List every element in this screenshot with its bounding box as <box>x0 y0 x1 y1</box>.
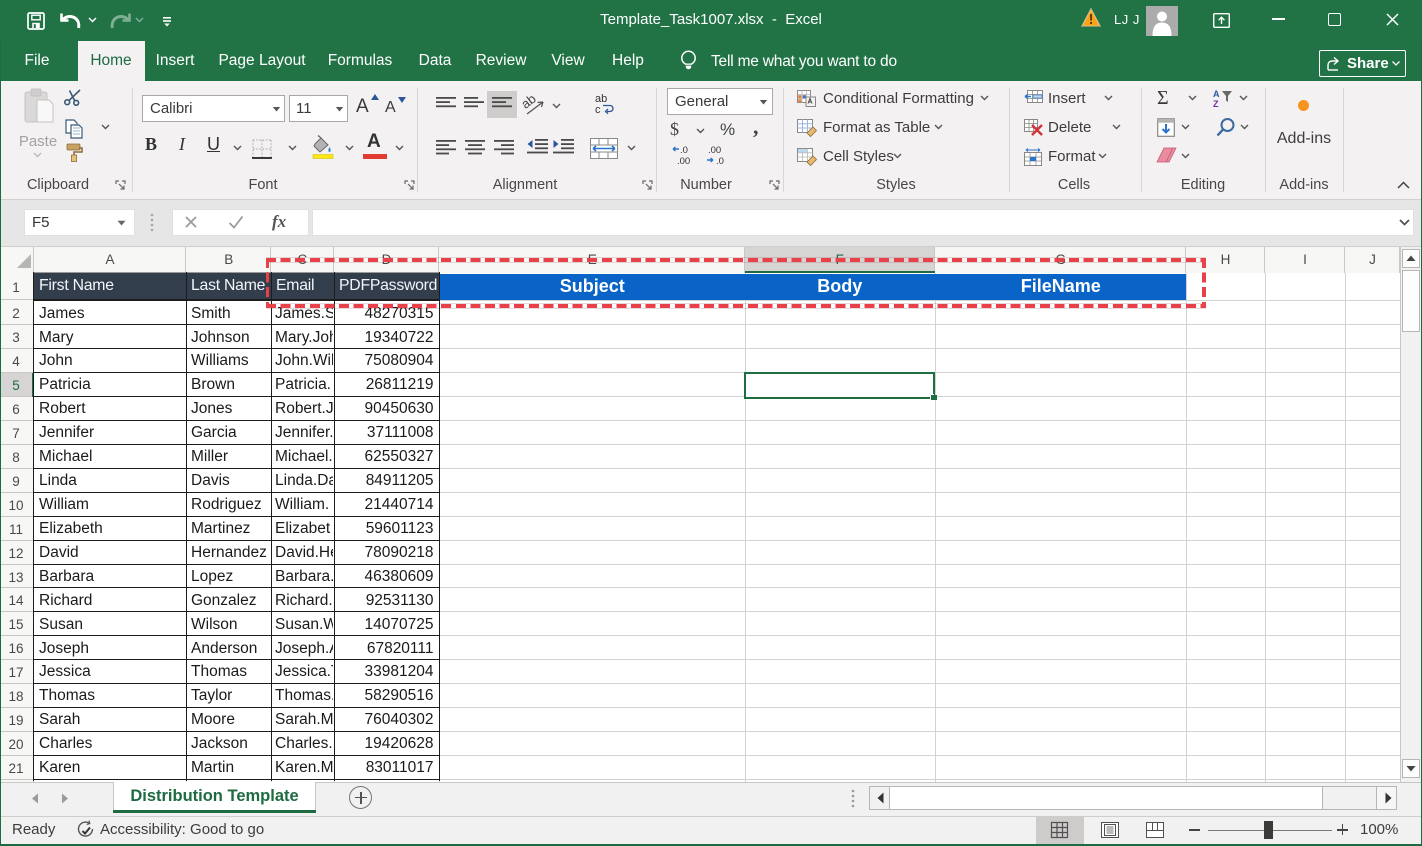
svg-text:c: c <box>595 104 601 116</box>
svg-text:Z: Z <box>1213 99 1219 109</box>
svg-text:.0: .0 <box>716 156 724 167</box>
svg-text:.00: .00 <box>708 145 721 156</box>
svg-text:.0: .0 <box>680 145 688 156</box>
svg-text:.00: .00 <box>677 156 690 167</box>
svg-text:A: A <box>1213 89 1220 99</box>
